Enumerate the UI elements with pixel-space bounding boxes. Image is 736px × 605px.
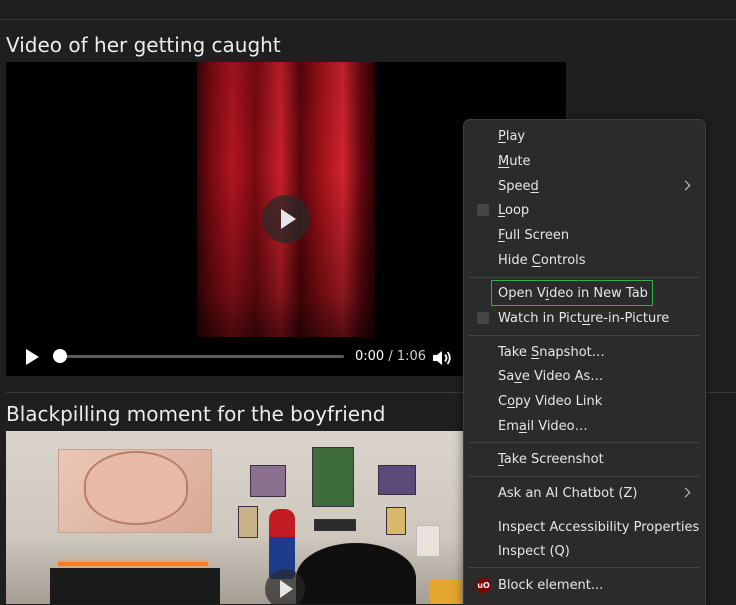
menu-item-label: Inspect Accessibility Properties	[498, 520, 700, 535]
menu-separator	[469, 442, 699, 443]
led-strip	[58, 562, 208, 566]
menu-separator	[469, 335, 699, 336]
menu-separator	[469, 567, 699, 568]
menu-item-label: Speed	[498, 179, 539, 194]
menu-item-open-video-new-tab[interactable]: Open Video in New Tab	[464, 282, 705, 306]
checkbox-icon[interactable]	[477, 312, 489, 324]
chevron-right-icon	[680, 487, 691, 498]
menu-item-label: Hide Controls	[498, 253, 586, 268]
context-menu: Play Mute Speed Loop Full Screen Hide Control…	[463, 119, 706, 605]
menu-item-email-video[interactable]: Email Video…	[464, 415, 705, 439]
menu-item-speed[interactable]: Speed	[464, 175, 705, 199]
menu-item-block-element[interactable]: uO Block element...	[464, 574, 705, 598]
menu-item-label: Copy Video Link	[498, 394, 603, 409]
play-button[interactable]	[24, 348, 40, 366]
menu-item-full-screen[interactable]: Full Screen	[464, 224, 705, 248]
chevron-right-icon	[680, 180, 691, 191]
volume-icon[interactable]	[432, 350, 452, 366]
page-top-divider	[0, 0, 736, 20]
video1-title: Video of her getting caught	[6, 33, 281, 57]
menu-item-label: Full Screen	[498, 228, 570, 243]
menu-item-label: Save Video As…	[498, 369, 604, 384]
menu-item-label: Play	[498, 129, 526, 144]
menu-item-picture-in-picture[interactable]: Watch in Picture-in-Picture	[464, 307, 705, 331]
menu-item-label: Watch in Picture-in-Picture	[498, 311, 670, 326]
menu-item-inspect[interactable]: Inspect (Q)	[464, 540, 705, 564]
menu-item-save-video-as[interactable]: Save Video As…	[464, 365, 705, 389]
menu-item-play[interactable]: Play	[464, 125, 705, 149]
menu-item-loop[interactable]: Loop	[464, 199, 705, 223]
scrub-thumb[interactable]	[53, 349, 67, 363]
menu-item-label: Take Screenshot	[498, 452, 604, 467]
checkbox-icon[interactable]	[477, 204, 489, 216]
person-silhouette	[296, 543, 416, 604]
time-current: 0:00	[355, 349, 385, 364]
cartoon-poster-figure	[84, 451, 188, 525]
menu-item-label: Inspect (Q)	[498, 544, 570, 559]
big-play-icon[interactable]	[262, 195, 310, 243]
scrub-bar[interactable]	[60, 355, 344, 358]
time-duration: 1:06	[396, 349, 427, 364]
big-play-icon[interactable]	[265, 569, 305, 604]
time-display: 0:00 / 1:06	[355, 349, 427, 364]
menu-item-ask-ai-chatbot[interactable]: Ask an AI Chatbot (Z)	[464, 482, 705, 506]
menu-item-mute[interactable]: Mute	[464, 150, 705, 174]
menu-separator	[469, 277, 699, 278]
menu-item-label: Take Snapshot…	[498, 345, 605, 360]
menu-item-take-screenshot[interactable]: Take Screenshot	[464, 448, 705, 472]
menu-item-take-snapshot[interactable]: Take Snapshot…	[464, 341, 705, 365]
menu-item-label: Email Video…	[498, 419, 588, 434]
menu-item-label: Open Video in New Tab	[498, 286, 648, 301]
menu-item-label: Mute	[498, 154, 531, 169]
menu-item-inspect-accessibility[interactable]: Inspect Accessibility Properties	[464, 516, 705, 540]
menu-item-copy-video-link[interactable]: Copy Video Link	[464, 390, 705, 414]
menu-item-hide-controls[interactable]: Hide Controls	[464, 249, 705, 273]
ublock-origin-icon: uO	[476, 578, 491, 593]
video2-title: Blackpilling moment for the boyfriend	[6, 402, 386, 426]
menu-item-label: Ask an AI Chatbot (Z)	[498, 486, 638, 501]
menu-item-label: Block element...	[498, 578, 604, 593]
menu-item-label: Loop	[498, 203, 530, 218]
menu-separator	[469, 476, 699, 477]
